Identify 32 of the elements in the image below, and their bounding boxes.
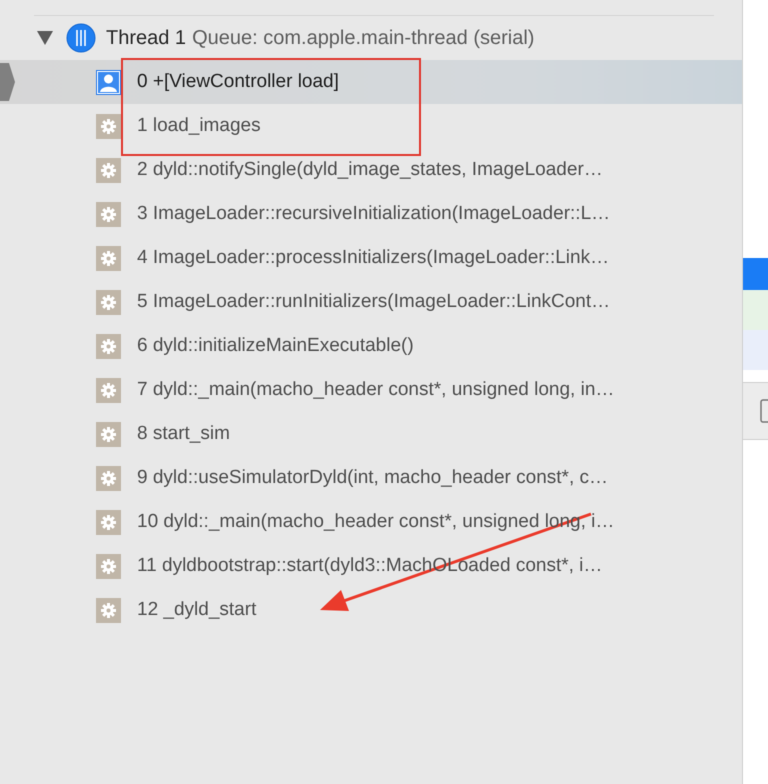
stack-frame-row[interactable]: 5 ImageLoader::runInitializers(ImageLoader::LinkCont…: [0, 280, 742, 324]
gear-icon: [96, 466, 121, 490]
gear-icon: [96, 598, 121, 622]
gear-icon: [96, 246, 121, 270]
panel-icon[interactable]: [760, 399, 768, 423]
queue-label: Queue: com.apple.main-thread (serial): [192, 26, 534, 50]
gear-icon: [96, 202, 121, 226]
stack-frame-row[interactable]: 4 ImageLoader::processInitializers(ImageLoader::Link…: [0, 236, 742, 280]
thread-icon: [66, 23, 96, 53]
stack-frame-row[interactable]: 1 load_images: [0, 104, 742, 148]
gear-icon: [96, 554, 121, 578]
stack-frame-row[interactable]: 8 start_sim: [0, 412, 742, 456]
stack-frame-row[interactable]: 7 dyld::_main(macho_header const*, unsigned long, in…: [0, 368, 742, 412]
stack-frame-row[interactable]: 6 dyld::initializeMainExecutable(): [0, 324, 742, 368]
gear-icon: [96, 510, 121, 534]
gear-icon: [96, 114, 121, 138]
stack-frame-row[interactable]: 0 +[ViewController load]: [0, 60, 742, 104]
person-icon: [96, 70, 121, 94]
selected-row-highlight: [743, 258, 768, 290]
row-stripe: [743, 330, 768, 370]
thread-title: Thread 1: [106, 26, 186, 50]
gear-icon: [96, 422, 121, 446]
stack-frame-row[interactable]: 3 ImageLoader::recursiveInitialization(ImageLoader::L…: [0, 192, 742, 236]
gear-icon: [96, 290, 121, 314]
current-frame-marker-icon: [0, 63, 16, 101]
gear-icon: [96, 158, 121, 182]
disclosure-triangle-icon[interactable]: [37, 31, 53, 45]
stack-frame-row[interactable]: 9 dyld::useSimulatorDyld(int, macho_header const*, c…: [0, 456, 742, 500]
gear-icon: [96, 378, 121, 402]
gear-icon: [96, 334, 121, 358]
stack-frame-row[interactable]: 12 _dyld_start: [0, 588, 742, 632]
stack-frame-row[interactable]: 2 dyld::notifySingle(dyld_image_states, ImageLoader…: [0, 148, 742, 192]
